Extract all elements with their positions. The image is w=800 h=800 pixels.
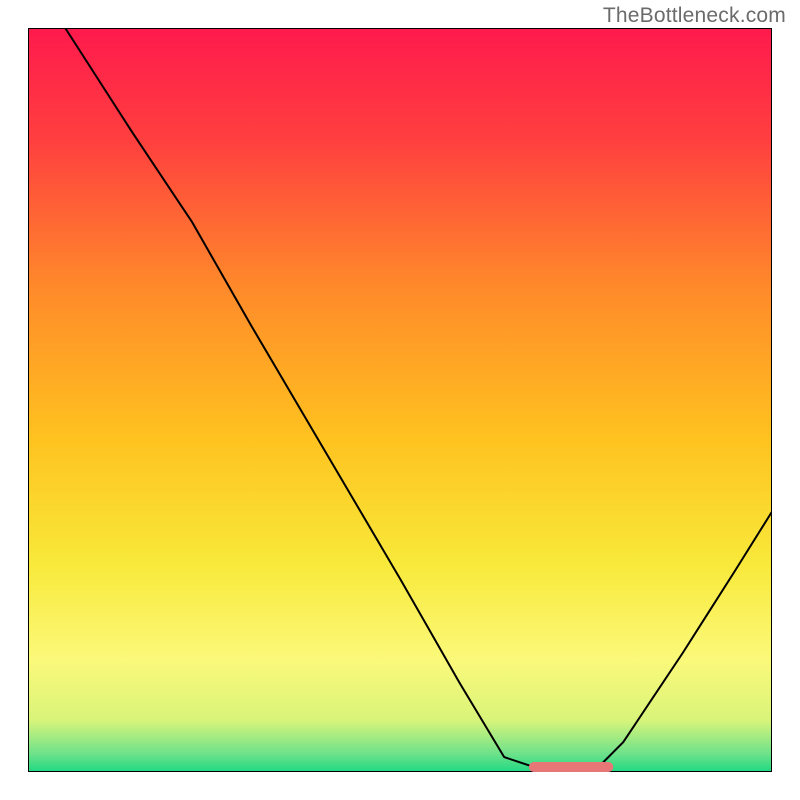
watermark-label: TheBottleneck.com xyxy=(603,4,786,28)
chart-svg xyxy=(28,28,772,772)
chart-plot xyxy=(28,28,772,772)
chart-container: TheBottleneck.com xyxy=(0,0,800,800)
gradient-background xyxy=(28,28,772,772)
